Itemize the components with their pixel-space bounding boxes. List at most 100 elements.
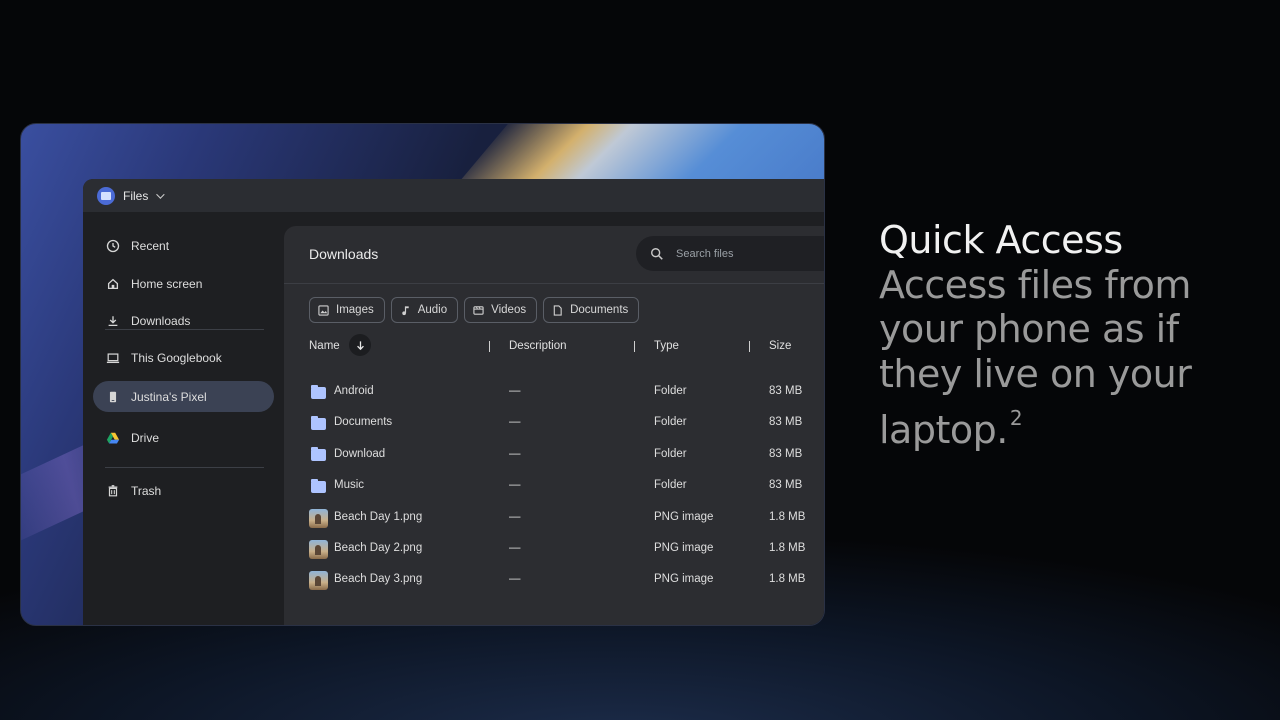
device-screen: Files Recent Home screen Downloads This … [20,123,825,626]
chip-label: Videos [491,304,527,316]
file-type: Folder [654,385,687,397]
file-size: 83 MB [769,416,803,429]
sidebar-divider [105,329,264,330]
table-header: Name Description Type Size [309,334,824,360]
column-header-type[interactable]: Type [654,340,679,352]
file-name: Beach Day 2.png [334,541,423,554]
sidebar-item-justinas-pixel[interactable]: Justina's Pixel [93,381,274,412]
column-header-name[interactable]: Name [309,340,340,352]
file-size: 83 MB [769,479,803,492]
clock-icon [106,239,120,253]
file-type: PNG image [654,510,714,523]
sidebar-item-label: Downloads [131,313,191,328]
file-name: Android [334,385,374,397]
filter-chip-images[interactable]: Images [309,297,385,323]
home-icon [106,277,120,291]
file-description: — [509,479,521,492]
column-resize-handle[interactable] [634,341,635,352]
file-type: Folder [654,447,687,460]
folder-icon [309,446,328,465]
column-resize-handle[interactable] [489,341,490,352]
laptop-icon [106,351,120,365]
search-icon [651,247,663,260]
filter-chips: Images Audio Videos Documents [309,297,640,323]
phone-icon [106,390,120,404]
file-description: — [509,541,521,554]
table-row[interactable]: Documents — Folder 83 MB [309,408,824,439]
file-description: — [509,447,521,460]
sidebar-item-label: Recent [131,238,170,253]
header-divider [284,283,824,284]
folder-icon [309,383,328,402]
app-name[interactable]: Files [123,189,148,203]
sidebar-item-label: Drive [131,430,160,445]
sidebar-item-drive[interactable]: Drive [93,422,274,453]
document-icon [553,304,562,316]
file-type: Folder [654,416,687,429]
file-type: PNG image [654,541,714,554]
page-title: Downloads [309,246,379,262]
sidebar-item-this-googlebook[interactable]: This Googlebook [93,342,274,373]
chevron-down-icon[interactable] [156,189,166,199]
table-row[interactable]: Download — Folder 83 MB [309,440,824,471]
file-size: 83 MB [769,447,803,460]
main-panel: Downloads Images Audio Videos [284,226,824,625]
search-input[interactable] [676,247,806,260]
hero-body-text: Access files from your phone as if they … [879,262,1192,453]
table-row[interactable]: Beach Day 1.png — PNG image 1.8 MB [309,503,824,534]
drive-icon [106,431,120,445]
sidebar-item-label: This Googlebook [131,350,222,365]
sidebar-item-recent[interactable]: Recent [93,230,274,261]
sidebar: Recent Home screen Downloads This Google [83,212,284,625]
file-description: — [509,385,521,397]
hero-title: Quick Access [879,218,1123,262]
file-name: Beach Day 3.png [334,573,423,586]
table-row[interactable]: Beach Day 3.png — PNG image 1.8 MB [309,565,824,596]
filter-chip-audio[interactable]: Audio [390,297,459,323]
file-list: Android — Folder 83 MB Documents — Folde… [309,377,824,597]
table-row[interactable]: Music — Folder 83 MB [309,471,824,502]
table-row[interactable]: Beach Day 2.png — PNG image 1.8 MB [309,534,824,565]
sidebar-item-home-screen[interactable]: Home screen [93,268,274,299]
title-bar: Files [83,179,824,212]
search-box[interactable] [636,236,824,271]
image-thumbnail [309,571,328,591]
folder-icon [309,477,328,496]
hero-body: Access files from your phone as if they … [879,263,1269,453]
hero-text: Quick Access Access files from your phon… [879,218,1269,453]
files-app-icon [97,186,115,205]
folder-icon [309,414,328,433]
filter-chip-videos[interactable]: Videos [464,297,538,323]
trash-icon [106,484,120,498]
files-window: Files Recent Home screen Downloads This … [83,179,824,625]
file-type: Folder [654,479,687,492]
chip-label: Audio [417,304,448,316]
column-header-description[interactable]: Description [509,340,567,352]
chip-label: Images [336,304,374,316]
music-note-icon [402,305,409,315]
file-size: 83 MB [769,385,803,397]
chip-label: Documents [570,304,629,316]
file-description: — [509,573,521,586]
arrow-down-icon [356,340,364,350]
sidebar-item-downloads[interactable]: Downloads [93,305,274,336]
film-icon [473,305,484,315]
filter-chip-documents[interactable]: Documents [543,297,640,323]
file-type: PNG image [654,573,714,586]
column-header-size[interactable]: Size [769,340,791,352]
table-row[interactable]: Android — Folder 83 MB [309,377,824,408]
image-thumbnail [309,539,328,559]
sidebar-item-trash[interactable]: Trash [93,475,274,506]
sidebar-divider [105,467,264,468]
sidebar-item-label: Home screen [131,276,203,291]
image-icon [318,304,329,316]
file-description: — [509,510,521,523]
file-description: — [509,416,521,429]
file-name: Beach Day 1.png [334,510,423,523]
file-name: Documents [334,416,393,429]
footnote-marker: 2 [1009,406,1023,430]
download-icon [106,314,120,328]
file-size: 1.8 MB [769,510,806,523]
sort-button[interactable] [349,334,371,356]
column-resize-handle[interactable] [749,341,750,352]
